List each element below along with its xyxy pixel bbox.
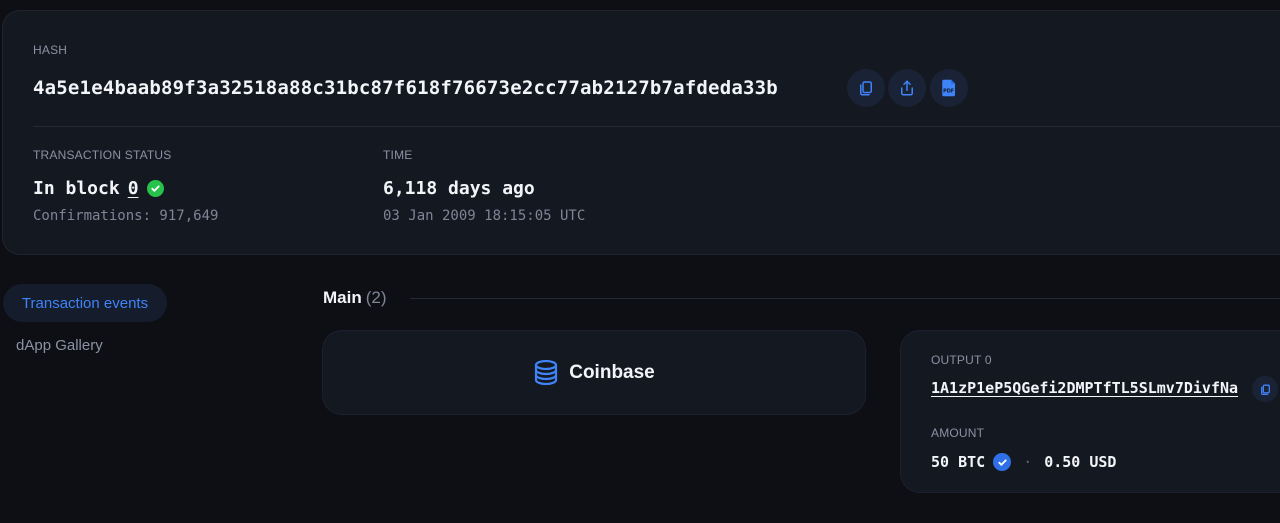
share-button[interactable]: [888, 69, 926, 107]
time-relative: 6,118 days ago: [383, 178, 535, 199]
output-address-link[interactable]: 1A1zP1eP5QGefi2DMPTfTL5SLmv7DivfNa: [931, 379, 1238, 397]
transaction-hash[interactable]: 4a5e1e4baab89f3a32518a88c31bc87f618f7667…: [33, 77, 778, 99]
copy-address-button[interactable]: [1252, 376, 1278, 402]
amount-label: AMOUNT: [931, 426, 985, 440]
main-count: (2): [365, 288, 387, 307]
amount-row: 50 BTC · 0.50 USD: [931, 453, 1116, 471]
verified-check-icon: [993, 453, 1012, 471]
amount-separator: ·: [1023, 453, 1033, 471]
check-circle-icon: [146, 180, 164, 197]
time-label: TIME: [383, 148, 413, 162]
copy-hash-button[interactable]: [847, 69, 885, 107]
coinbase-label: Coinbase: [569, 361, 655, 383]
time-absolute: 03 Jan 2009 18:15:05 UTC: [383, 208, 586, 224]
copy-icon: [860, 81, 872, 96]
in-block-text: In block: [33, 178, 120, 199]
amount-btc: 50 BTC: [931, 453, 986, 471]
main-section-title: Main (2): [323, 288, 387, 308]
output-label: OUTPUT 0: [931, 353, 992, 367]
main-title-divider: [410, 298, 1280, 299]
download-pdf-button[interactable]: PDF: [930, 69, 968, 107]
pdf-icon-text: PDF: [943, 89, 954, 95]
sidebar-item-dapp-gallery[interactable]: dApp Gallery: [16, 337, 103, 354]
amount-usd: 0.50 USD: [1044, 453, 1117, 471]
sidebar-item-transaction-events[interactable]: Transaction events: [3, 284, 167, 322]
output-card: OUTPUT 0 1A1zP1eP5QGefi2DMPTfTL5SLmv7Div…: [900, 330, 1280, 493]
hash-label: HASH: [33, 43, 68, 57]
coin-stack-icon: [535, 359, 558, 385]
transaction-status-label: TRANSACTION STATUS: [33, 148, 172, 162]
section-divider: [33, 126, 1280, 127]
main-title-text: Main: [323, 288, 362, 307]
transaction-status: In block 0: [33, 178, 164, 199]
block-number-link[interactable]: 0: [128, 178, 139, 199]
share-icon: [901, 80, 913, 96]
pdf-icon: PDF: [942, 79, 955, 97]
copy-icon: [1260, 384, 1270, 395]
confirmations-count: Confirmations: 917,649: [33, 208, 219, 224]
coinbase-input-card: Coinbase: [322, 330, 866, 415]
transaction-summary-card: HASH 4a5e1e4baab89f3a32518a88c31bc87f618…: [2, 10, 1280, 255]
